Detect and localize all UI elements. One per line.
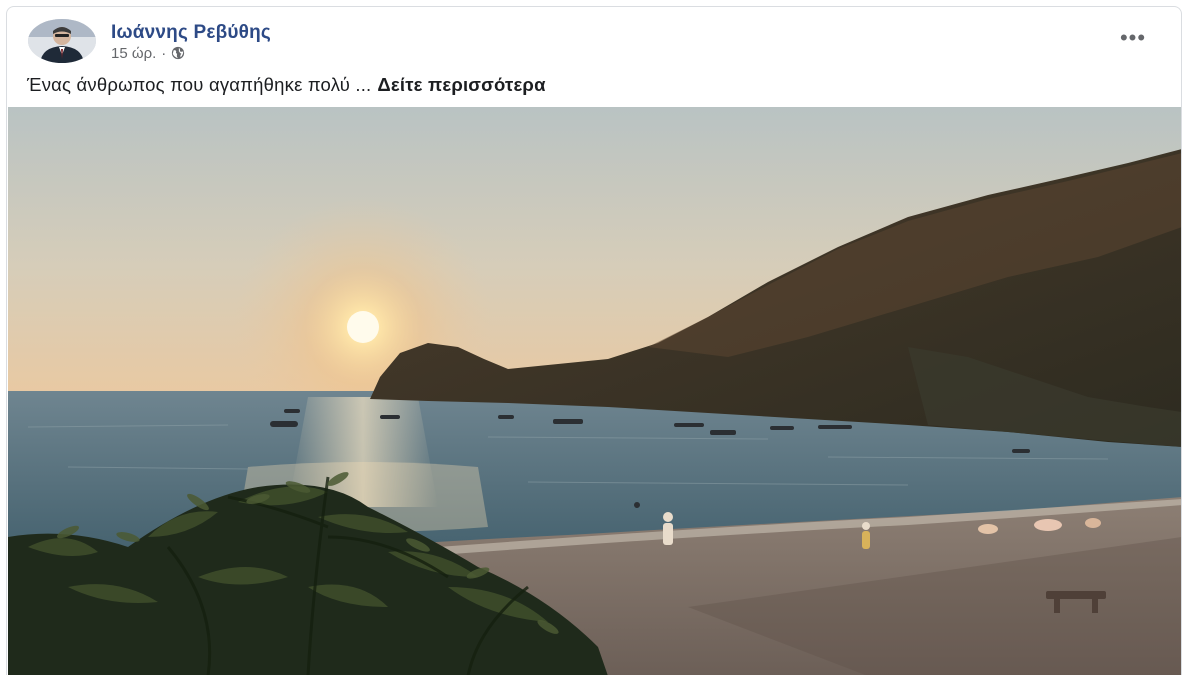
post-caption: Ένας άνθρωπος που αγαπήθηκε πολύ ... Δείτ… — [27, 74, 546, 96]
post-photo[interactable] — [8, 107, 1181, 675]
post-time[interactable]: 15 ώρ. — [111, 45, 156, 62]
author-name[interactable]: Ιωάννης Ρεβύθης — [111, 22, 271, 44]
profile-photo-icon — [28, 19, 96, 63]
caption-text: Ένας άνθρωπος που αγαπήθηκε πολύ ... — [27, 74, 372, 95]
meta-separator: · — [161, 44, 167, 62]
facebook-post: Ιωάννης Ρεβύθης 15 ώρ. · ••• Ένας άνθρωπ… — [6, 6, 1182, 675]
see-more-link[interactable]: Δείτε περισσότερα — [377, 74, 545, 95]
more-options-icon[interactable]: ••• — [1115, 25, 1151, 51]
post-meta: 15 ώρ. · — [111, 44, 185, 62]
sunset-beach-image — [8, 107, 1181, 675]
avatar[interactable] — [28, 19, 96, 63]
globe-icon[interactable] — [171, 46, 185, 60]
